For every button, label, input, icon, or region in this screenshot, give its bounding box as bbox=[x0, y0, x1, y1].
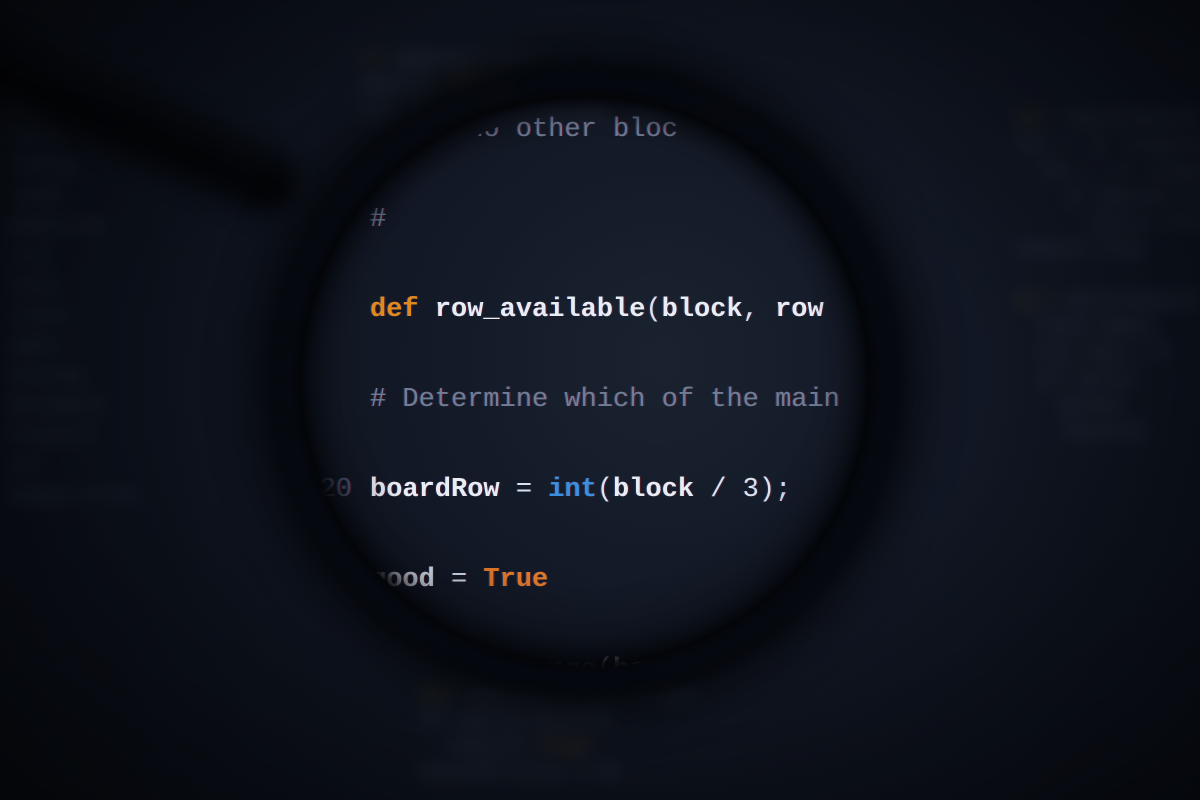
magnifying-glass-lens bbox=[265, 60, 905, 700]
blurred-code-right: def check(board) for r in range(9) for c… bbox=[1015, 80, 1200, 470]
photo-scene: app.py main utils config views models.py… bbox=[0, 0, 1200, 800]
lens-ring-inner bbox=[299, 94, 871, 666]
